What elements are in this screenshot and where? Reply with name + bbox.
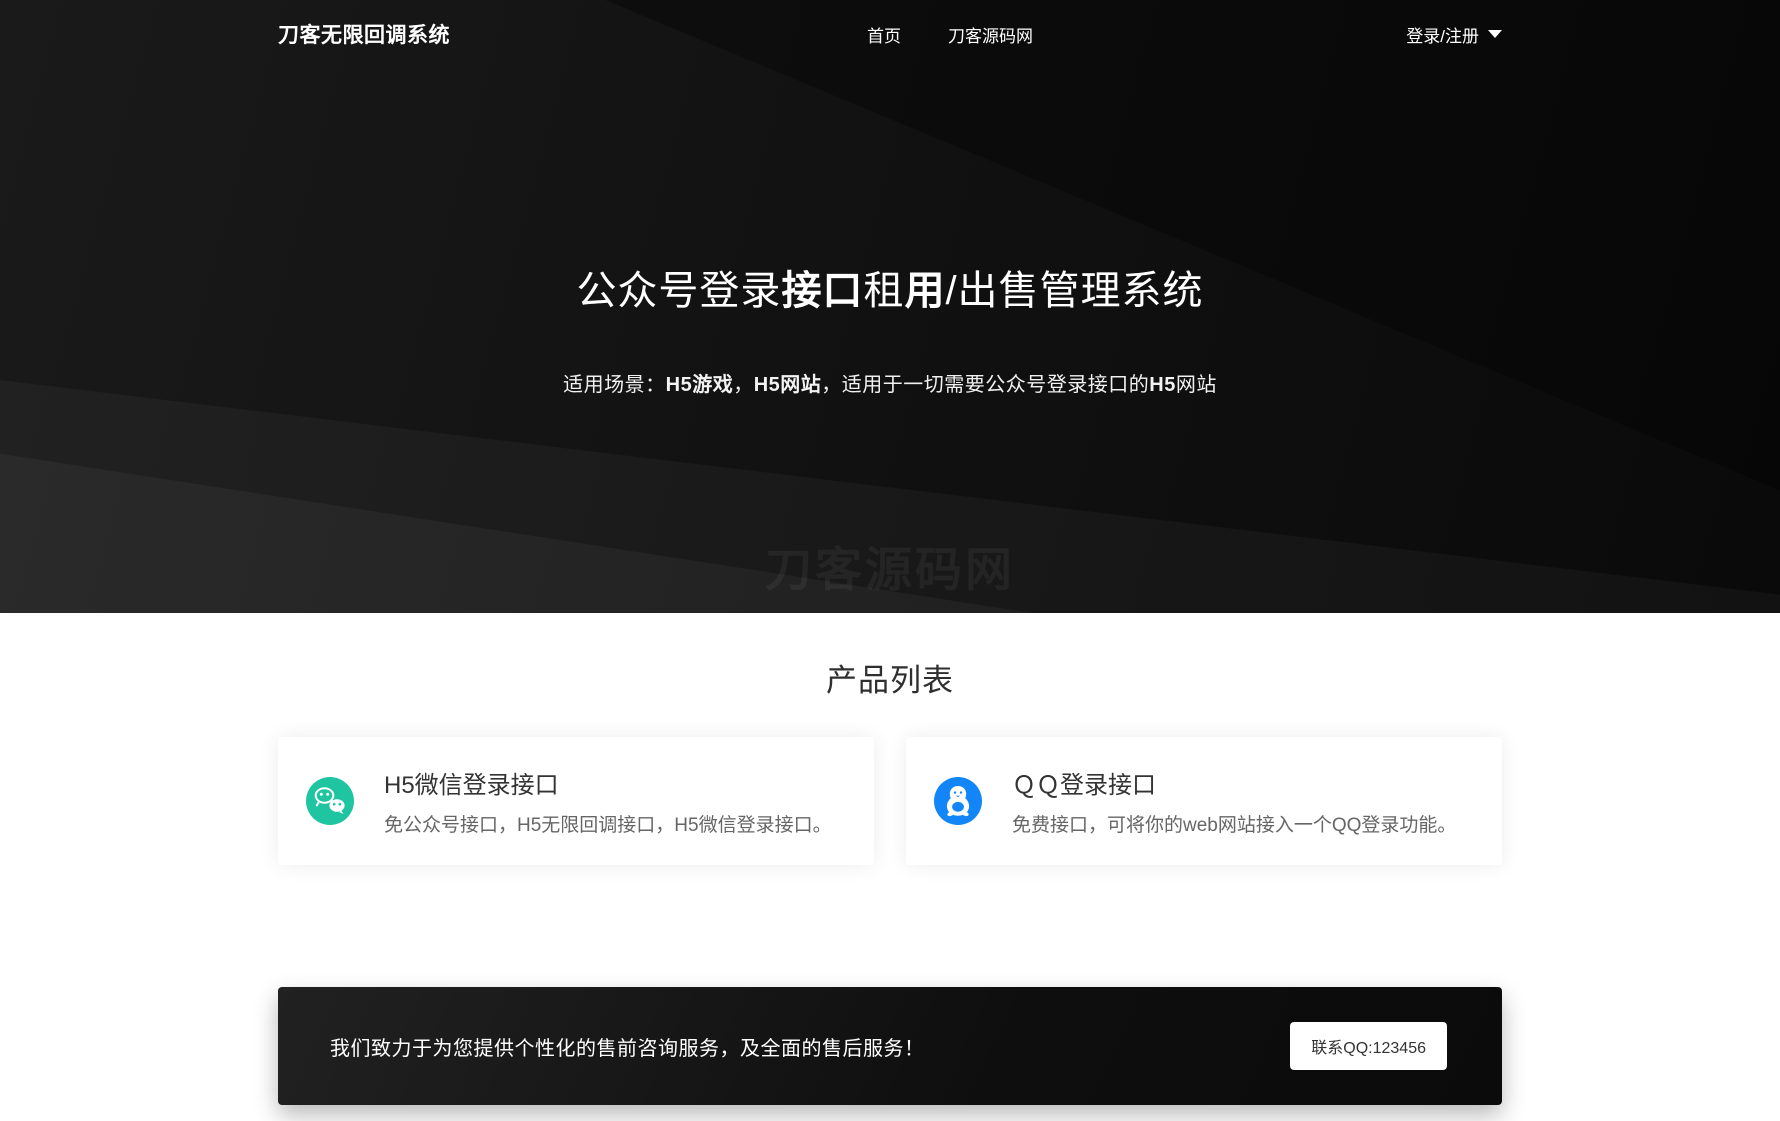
product-card-desc: 免公众号接口，H5无限回调接口，H5微信登录接口。: [384, 810, 832, 837]
product-card-title: H5微信登录接口: [384, 765, 832, 800]
hero-title-segment: 用: [904, 269, 945, 313]
hero-subtitle-segment: ，: [733, 374, 754, 396]
product-card-desc: 免费接口，可将你的web网站接入一个QQ登录功能。: [1012, 810, 1456, 837]
main-nav: 首页 刀客源码网: [867, 22, 1033, 47]
hero-subtitle-segment: H5网站: [754, 374, 822, 396]
top-navbar: 刀客无限回调系统 首页 刀客源码网 登录/注册: [0, 0, 1780, 68]
qq-icon: [934, 777, 982, 825]
nav-item-home[interactable]: 首页: [867, 22, 901, 47]
hero-title: 公众号登录接口租用/出售管理系统: [0, 258, 1780, 316]
hero-title-segment: 公众号登录: [576, 269, 781, 313]
hero-title-segment: 租: [863, 269, 904, 313]
product-card-title: ＱＱ登录接口: [1012, 765, 1456, 800]
hero-subtitle-segment: H5游戏: [666, 374, 734, 396]
nav-item-source-site[interactable]: 刀客源码网: [948, 22, 1033, 47]
contact-banner: 我们致力于为您提供个性化的售前咨询服务，及全面的售后服务！ 联系QQ:12345…: [278, 987, 1502, 1105]
background-watermark: 刀客源码网: [765, 531, 1015, 600]
hero-content: 公众号登录接口租用/出售管理系统 适用场景：H5游戏，H5网站，适用于一切需要公…: [0, 68, 1780, 397]
hero-subtitle-segment: 适用场景：: [563, 374, 666, 396]
hero-subtitle-segment: ，适用于一切需要公众号登录接口的: [821, 374, 1149, 396]
hero-section: 刀客无限回调系统 首页 刀客源码网 登录/注册 公众号登录接口租用/出售管理系统…: [0, 0, 1780, 613]
contact-qq-button[interactable]: 联系QQ:123456: [1290, 1022, 1447, 1070]
login-register-menu[interactable]: 登录/注册: [1406, 22, 1502, 47]
products-heading: 产品列表: [0, 655, 1780, 700]
hero-subtitle: 适用场景：H5游戏，H5网站，适用于一切需要公众号登录接口的H5网站: [0, 368, 1780, 397]
login-register-label: 登录/注册: [1406, 22, 1479, 47]
card-text: ＱＱ登录接口 免费接口，可将你的web网站接入一个QQ登录功能。: [1012, 765, 1456, 837]
products-section: 产品列表 H5微信登录接口 免公众号接口，H5无限回调接口，H5微信登录接: [0, 613, 1780, 1105]
hero-title-segment: /出售管理系统: [945, 269, 1203, 313]
product-cards: H5微信登录接口 免公众号接口，H5无限回调接口，H5微信登录接口。 ＱＱ登录接…: [278, 737, 1502, 865]
hero-subtitle-segment: 网站: [1176, 374, 1217, 396]
hero-title-segment: 接口: [781, 269, 863, 313]
site-logo[interactable]: 刀客无限回调系统: [278, 19, 450, 49]
card-text: H5微信登录接口 免公众号接口，H5无限回调接口，H5微信登录接口。: [384, 765, 832, 837]
contact-message: 我们致力于为您提供个性化的售前咨询服务，及全面的售后服务！: [330, 1032, 925, 1061]
product-card-qq[interactable]: ＱＱ登录接口 免费接口，可将你的web网站接入一个QQ登录功能。: [906, 737, 1502, 865]
product-card-wechat[interactable]: H5微信登录接口 免公众号接口，H5无限回调接口，H5微信登录接口。: [278, 737, 874, 865]
hero-subtitle-segment: H5: [1149, 374, 1176, 396]
wechat-icon: [306, 777, 354, 825]
chevron-down-icon: [1488, 30, 1502, 38]
